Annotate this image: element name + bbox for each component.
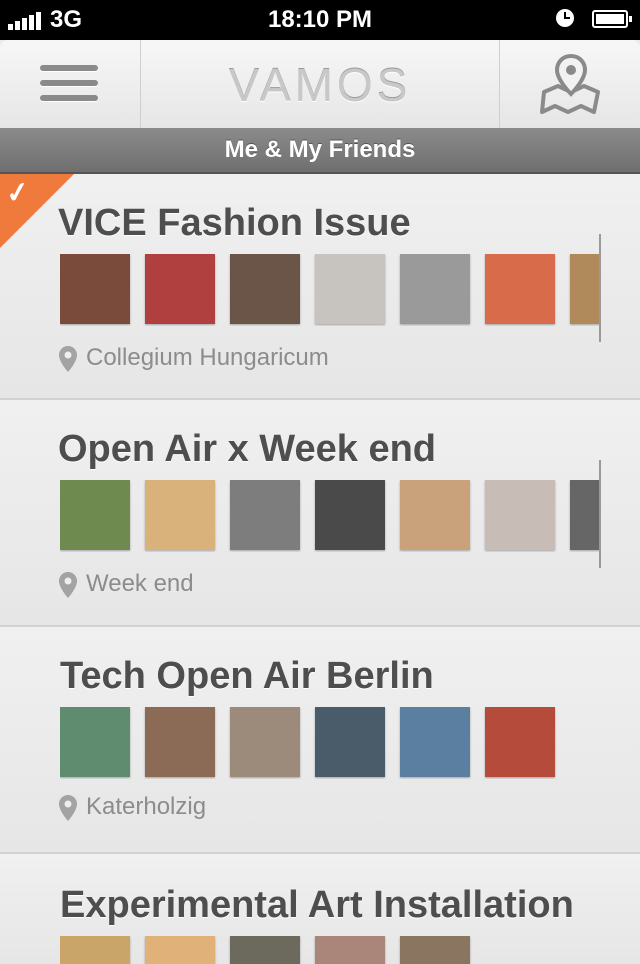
event-card[interactable]: Tech Open Air Berlin Katerholzig <box>0 627 640 854</box>
avatar[interactable] <box>315 254 385 324</box>
event-card[interactable]: Experimental Art Installation <box>0 854 640 964</box>
map-pin-icon <box>540 53 600 114</box>
friend-avatars[interactable] <box>60 707 600 779</box>
friends-filter-bar[interactable]: Me & My Friends <box>0 128 640 174</box>
event-title: Tech Open Air Berlin <box>60 655 434 697</box>
event-list: ✓ VICE Fashion Issue Collegium Hungaricu… <box>0 174 640 964</box>
scroll-indicator <box>599 460 601 568</box>
event-title: VICE Fashion Issue <box>58 202 411 244</box>
menu-button[interactable] <box>0 40 141 128</box>
app-title: VAMOS <box>228 59 412 111</box>
battery-icon <box>592 10 632 28</box>
avatar[interactable] <box>315 707 385 777</box>
avatar[interactable] <box>230 254 300 324</box>
avatar[interactable] <box>485 480 555 550</box>
avatar[interactable] <box>485 254 555 324</box>
avatar[interactable] <box>400 480 470 550</box>
event-location: Collegium Hungaricum <box>58 344 329 373</box>
avatar[interactable] <box>230 480 300 550</box>
status-bar: 3G 18:10 PM <box>0 0 640 40</box>
map-button[interactable] <box>499 40 640 128</box>
avatar[interactable] <box>570 254 600 324</box>
event-card[interactable]: Open Air x Week end Week end <box>0 400 640 627</box>
avatar[interactable] <box>60 707 130 777</box>
avatar[interactable] <box>145 707 215 777</box>
hamburger-icon <box>40 63 100 103</box>
avatar[interactable] <box>400 707 470 777</box>
avatar[interactable] <box>485 707 555 777</box>
avatar[interactable] <box>60 254 130 324</box>
avatar[interactable] <box>145 254 215 324</box>
alarm-icon <box>556 9 574 27</box>
avatar[interactable] <box>400 254 470 324</box>
location-label: Katerholzig <box>86 793 207 820</box>
event-card[interactable]: ✓ VICE Fashion Issue Collegium Hungaricu… <box>0 174 640 400</box>
friend-avatars[interactable] <box>60 480 600 552</box>
avatar[interactable] <box>230 707 300 777</box>
location-pin-icon <box>59 345 77 372</box>
avatar[interactable] <box>60 480 130 550</box>
friend-avatars[interactable] <box>60 254 600 326</box>
clock: 18:10 PM <box>267 6 373 33</box>
scroll-indicator <box>599 234 601 342</box>
avatar[interactable] <box>145 480 215 550</box>
location-label: Collegium Hungaricum <box>86 344 329 371</box>
checkmark-icon: ✓ <box>3 175 32 210</box>
avatar[interactable] <box>315 480 385 550</box>
event-title: Experimental Art Installation <box>60 884 574 926</box>
event-location: Week end <box>58 570 194 599</box>
avatar[interactable] <box>570 480 600 550</box>
location-pin-icon <box>59 794 77 821</box>
event-location: Katerholzig <box>58 793 206 822</box>
location-pin-icon <box>59 571 77 598</box>
event-title: Open Air x Week end <box>58 428 436 470</box>
location-label: Week end <box>86 570 194 597</box>
navigation-bar: VAMOS <box>0 40 640 129</box>
